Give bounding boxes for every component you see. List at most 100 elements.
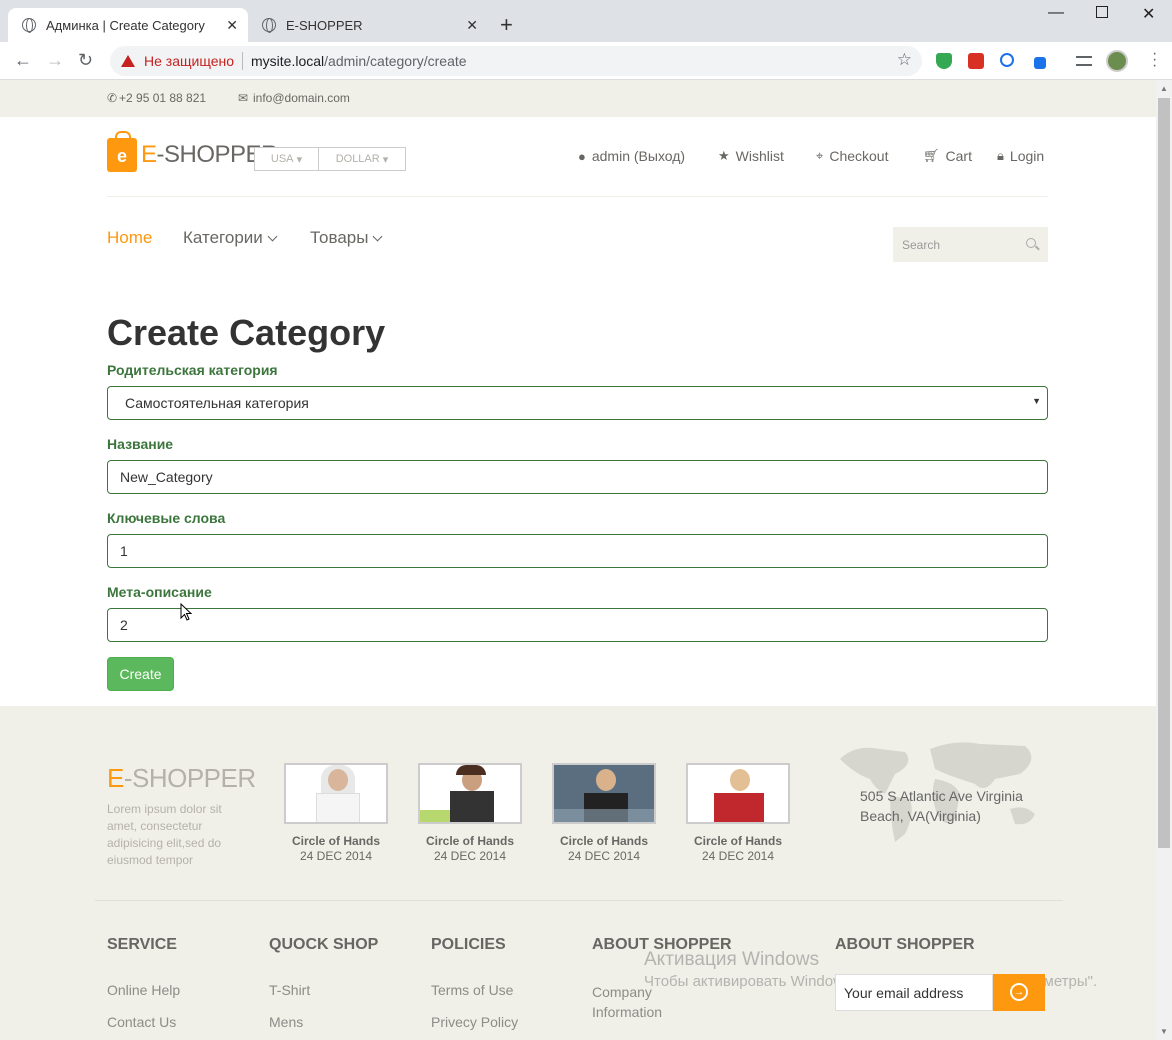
media-control-icon[interactable] <box>1076 56 1092 66</box>
page-title: Create Category <box>107 312 386 353</box>
video-caption: Circle of Hands <box>425 834 515 848</box>
video-thumbnail[interactable] <box>552 763 656 824</box>
meta-description-input[interactable]: 2 <box>107 608 1048 642</box>
scroll-up-arrow-icon[interactable]: ▲ <box>1160 84 1168 93</box>
video-extension-icon[interactable] <box>968 53 984 69</box>
video-caption: Circle of Hands <box>291 834 381 848</box>
tab-title: Админка | Create Category <box>46 17 205 33</box>
minimize-button[interactable]: — <box>1048 4 1064 22</box>
footer: E-SHOPPER Lorem ipsum dolor sit amet, co… <box>0 706 1156 1040</box>
footer-address: 505 S Atlantic Ave Virginia Beach, VA(Vi… <box>860 788 1023 824</box>
currency-dropdown[interactable]: DOLLAR ▾ <box>318 147 406 171</box>
back-arrow-icon[interactable]: ← <box>14 50 32 71</box>
bookmark-star-icon[interactable]: ☆ <box>897 50 912 70</box>
footer-link-mens[interactable]: Mens <box>269 1014 303 1030</box>
search-input[interactable]: Search <box>893 227 1048 262</box>
video-date: 24 DEC 2014 <box>701 849 775 863</box>
video-thumbnail[interactable] <box>418 763 522 824</box>
video-date: 24 DEC 2014 <box>299 849 373 863</box>
crosshairs-icon: ⌖ <box>816 148 824 163</box>
globe-icon <box>262 18 276 33</box>
url-host: mysite.local <box>251 53 325 69</box>
warning-icon <box>121 55 135 67</box>
forward-arrow-icon[interactable]: → <box>46 50 64 71</box>
shopping-bag-icon: e <box>107 131 137 172</box>
footer-link-privacy[interactable]: Privecy Policy <box>431 1014 518 1030</box>
nav-home[interactable]: Home <box>107 228 152 248</box>
user-menu-login[interactable]: 🔒︎ Login <box>997 148 1044 164</box>
tab-title: E-SHOPPER <box>286 17 363 33</box>
video-caption: Circle of Hands <box>559 834 649 848</box>
footer-heading-about-2: ABOUT SHOPPER <box>835 936 975 953</box>
lock-icon: 🔒︎ <box>997 148 1004 163</box>
footer-heading-service: SERVICE <box>107 936 177 953</box>
browser-toolbar: ← → ↻ Не защищено mysite.local/admin/cat… <box>0 42 1172 80</box>
contact-topbar: ✆ +2 95 01 88 821 ✉ info@domain.com <box>0 80 1156 117</box>
globe-icon <box>22 18 36 33</box>
close-icon[interactable]: ✕ <box>466 17 478 34</box>
mouse-cursor-icon <box>180 603 193 621</box>
name-input[interactable]: New_Category <box>107 460 1048 494</box>
envelope-icon: ✉ <box>238 91 249 105</box>
browser-tab[interactable]: E-SHOPPER ✕ <box>248 8 488 42</box>
footer-link-contact-us[interactable]: Contact Us <box>107 1014 176 1030</box>
page-scrollbar[interactable]: ▲ ▼ <box>1156 80 1172 1040</box>
create-button[interactable]: Create <box>107 657 174 691</box>
chevron-down-icon <box>373 231 383 242</box>
video-thumbnail[interactable] <box>686 763 790 824</box>
name-label: Название <box>107 436 174 452</box>
browser-tabstrip: Админка | Create Category ✕ E-SHOPPER ✕ … <box>0 0 1172 42</box>
keywords-label: Ключевые слова <box>107 510 226 526</box>
user-menu-checkout[interactable]: ⌖ Checkout <box>816 148 888 164</box>
footer-link-online-help[interactable]: Online Help <box>107 982 180 998</box>
browser-tab-active[interactable]: Админка | Create Category ✕ <box>8 8 248 42</box>
web-page: ✆ +2 95 01 88 821 ✉ info@domain.com e E-… <box>0 80 1156 1040</box>
profile-avatar[interactable] <box>1106 50 1128 72</box>
footer-logo: E-SHOPPER <box>107 763 256 793</box>
chevron-down-icon <box>267 231 278 242</box>
country-dropdown[interactable]: USA ▾ <box>254 147 319 171</box>
user-menu-cart[interactable]: 🛒︎ Cart <box>923 148 972 164</box>
translate-extension-icon[interactable] <box>1000 53 1014 67</box>
newsletter-email-input[interactable]: Your email address <box>835 974 993 1011</box>
new-tab-button[interactable]: + <box>500 12 513 38</box>
video-caption: Circle of Hands <box>693 834 783 848</box>
arrow-circle-icon: → <box>1010 983 1028 1001</box>
footer-heading-quick-shop: QUOCK SHOP <box>269 936 379 953</box>
footer-heading-policies: POLICIES <box>431 936 506 953</box>
parent-category-select[interactable]: Самостоятельная категория ▼ <box>107 386 1048 420</box>
eyedropper-extension-icon[interactable] <box>1034 57 1046 69</box>
parent-category-label: Родительская категория <box>107 362 278 378</box>
video-date: 24 DEC 2014 <box>567 849 641 863</box>
nav-categories[interactable]: Категории <box>183 228 278 248</box>
star-icon: ★ <box>718 148 730 163</box>
phone-number: +2 95 01 88 821 <box>119 91 207 105</box>
address-bar[interactable]: Не защищено mysite.local/admin/category/… <box>110 46 922 76</box>
window-close-button[interactable]: ✕ <box>1142 4 1155 24</box>
newsletter-subscribe-button[interactable]: → <box>993 974 1045 1011</box>
security-label: Не защищено <box>144 53 234 69</box>
user-icon: ● <box>578 148 586 164</box>
scroll-down-arrow-icon[interactable]: ▼ <box>1160 1027 1168 1036</box>
site-logo[interactable]: e E-SHOPPER <box>107 131 278 172</box>
user-menu-admin[interactable]: ● admin (Выход) <box>578 148 685 164</box>
url-path: /admin/category/create <box>324 53 467 69</box>
footer-description: Lorem ipsum dolor sit amet, consectetur … <box>107 802 222 867</box>
search-icon[interactable] <box>1026 238 1036 248</box>
windows-activation-title: Активация Windows <box>644 949 820 970</box>
keywords-input[interactable]: 1 <box>107 534 1048 568</box>
close-icon[interactable]: ✕ <box>226 17 238 34</box>
footer-link-terms[interactable]: Terms of Use <box>431 982 513 998</box>
shield-extension-icon[interactable] <box>936 53 952 69</box>
footer-link-tshirt[interactable]: T-Shirt <box>269 982 310 998</box>
contact-email[interactable]: info@domain.com <box>253 91 350 105</box>
browser-menu-icon[interactable]: · · · <box>1152 46 1157 74</box>
reload-icon[interactable]: ↻ <box>78 50 93 71</box>
maximize-button[interactable] <box>1096 6 1108 18</box>
nav-products[interactable]: Товары <box>310 228 383 248</box>
user-menu-wishlist[interactable]: ★ Wishlist <box>718 148 784 164</box>
scroll-thumb[interactable] <box>1158 98 1170 848</box>
video-thumbnail[interactable] <box>284 763 388 824</box>
select-arrow-icon: ▼ <box>1032 396 1041 406</box>
meta-description-label: Мета-описание <box>107 584 212 600</box>
